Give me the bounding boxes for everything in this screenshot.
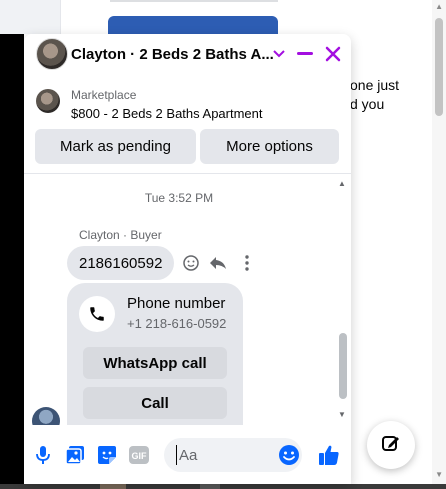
scroll-down-icon[interactable]: ▼ xyxy=(338,410,346,419)
message-avatar[interactable] xyxy=(32,407,60,425)
page-scroll-thumb[interactable] xyxy=(435,18,443,116)
new-message-button[interactable] xyxy=(367,421,415,469)
page-scrollbar[interactable]: ▲ ▼ xyxy=(432,0,446,489)
sticker-icon[interactable] xyxy=(96,444,118,466)
svg-text:GIF: GIF xyxy=(132,451,148,461)
mark-as-pending-button[interactable]: Mark as pending xyxy=(35,129,196,164)
background-text-line1: one just xyxy=(350,77,400,93)
microphone-icon[interactable] xyxy=(32,444,54,466)
background-black-strip xyxy=(0,34,24,489)
contact-avatar[interactable] xyxy=(36,38,68,70)
chevron-down-icon[interactable] xyxy=(269,44,289,64)
emoji-icon[interactable] xyxy=(278,444,300,466)
phone-number-card: Phone number +1 218-616-0592 WhatsApp ca… xyxy=(67,283,243,425)
message-list: Tue 3:52 PM Clayton · Buyer 2186160592 P… xyxy=(24,175,351,425)
listing-label: Marketplace xyxy=(71,88,137,102)
more-icon[interactable] xyxy=(237,253,257,273)
scroll-up-icon[interactable]: ▲ xyxy=(338,179,346,188)
thumbs-up-icon[interactable] xyxy=(317,443,341,467)
page-scroll-up-icon[interactable]: ▲ xyxy=(435,2,443,11)
chat-title[interactable]: Clayton · 2 Beds 2 Baths A... xyxy=(71,46,274,63)
message-timestamp: Tue 3:52 PM xyxy=(144,191,214,205)
composer-bar: GIF xyxy=(24,434,351,478)
sender-name: Clayton · Buyer xyxy=(79,228,162,242)
message-bubble[interactable]: 2186160592 xyxy=(67,246,175,280)
minimize-icon[interactable] xyxy=(295,44,315,64)
background-top-left xyxy=(0,0,60,34)
more-options-button[interactable]: More options xyxy=(200,129,339,164)
phone-icon xyxy=(79,296,115,332)
marketplace-listing: Marketplace $800 - 2 Beds 2 Baths Apartm… xyxy=(24,74,351,174)
phone-card-number: +1 218-616-0592 xyxy=(127,316,227,331)
message-scroll-thumb[interactable] xyxy=(339,333,347,399)
background-divider xyxy=(110,0,278,2)
background-text-line2: d you xyxy=(350,96,385,112)
message-input[interactable] xyxy=(176,445,266,465)
chat-header[interactable]: Clayton · 2 Beds 2 Baths A... xyxy=(24,34,351,74)
gif-icon[interactable]: GIF xyxy=(128,444,150,466)
reply-icon[interactable] xyxy=(208,253,228,273)
call-button[interactable]: Call xyxy=(83,387,227,419)
message-input-container[interactable] xyxy=(164,438,302,472)
phone-card-title: Phone number xyxy=(127,295,226,312)
bottom-strip xyxy=(0,484,446,489)
message-scrollbar[interactable]: ▲ ▼ xyxy=(336,175,350,425)
listing-title[interactable]: $800 - 2 Beds 2 Baths Apartment xyxy=(71,106,263,121)
whatsapp-call-button[interactable]: WhatsApp call xyxy=(83,347,227,379)
chat-window: Clayton · 2 Beds 2 Baths A... Marketplac… xyxy=(24,34,351,484)
listing-thumbnail[interactable] xyxy=(36,89,60,113)
image-icon[interactable] xyxy=(64,444,86,466)
smile-icon[interactable] xyxy=(181,253,201,273)
page-scroll-down-icon[interactable]: ▼ xyxy=(435,470,443,479)
compose-icon xyxy=(381,433,401,458)
close-icon[interactable] xyxy=(323,44,343,64)
